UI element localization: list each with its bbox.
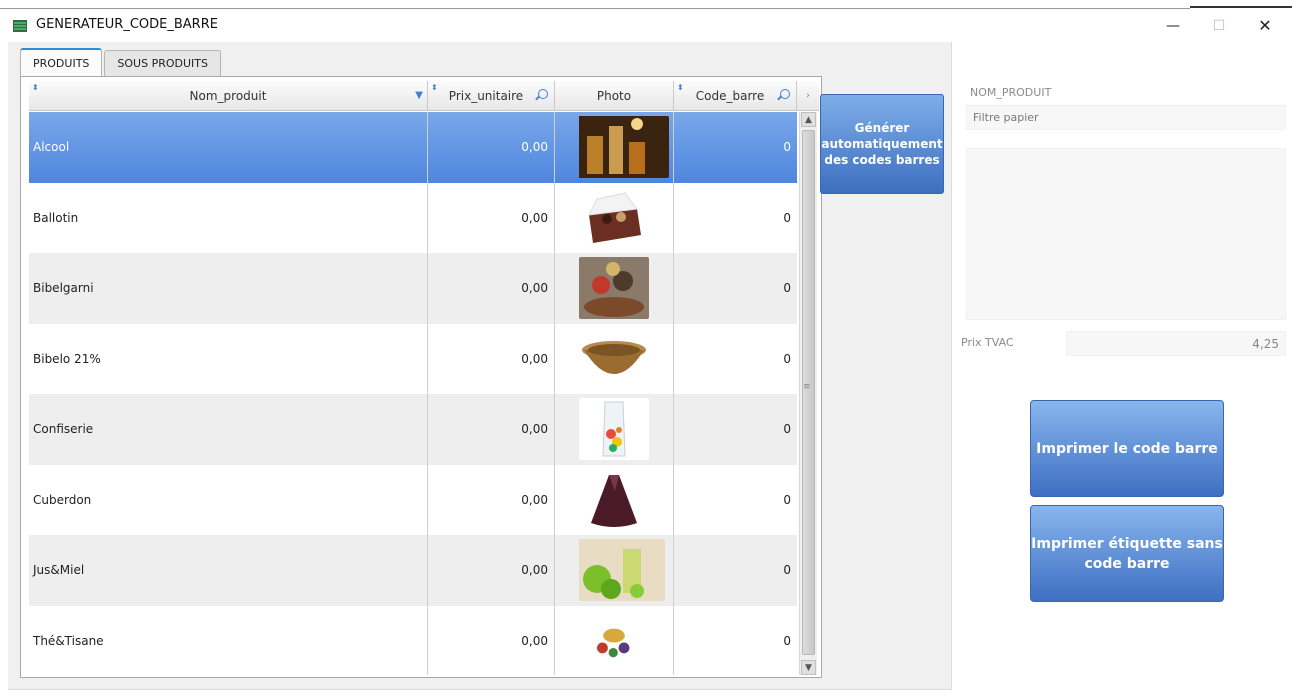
chevron-right-icon: › [806,91,810,101]
print-barcode-button[interactable]: Imprimer le code barre [1030,400,1224,497]
sort-icon[interactable]: ⬍ [32,83,39,92]
tab-bar: PRODUITS SOUS PRODUITS [20,48,223,76]
cell-code: 0 [783,210,791,225]
table-row[interactable]: Cuberdon 0,00 0 [29,464,797,535]
table-row[interactable]: Confiserie 0,00 0 [29,394,797,465]
cell-prix: 0,00 [428,182,555,253]
window-top-border [0,0,1292,9]
table-row[interactable]: Bibelgarni 0,00 0 [29,253,797,324]
cell-nom: Cuberdon [29,464,428,535]
cell-prix: 0,00 [428,112,555,183]
column-scroll-right[interactable]: › [797,81,819,111]
chocolate-box-photo [579,186,649,249]
cell-code: 0 [783,281,791,296]
table-body: Alcool 0,00 0 Ballotin 0,00 0 Bibelgarni… [29,112,797,675]
filter-icon[interactable]: ▼ [415,90,423,101]
search-icon[interactable] [538,89,548,99]
candy-bag-photo [579,398,649,461]
cuberdon-photo [579,468,649,531]
search-icon[interactable] [780,89,790,99]
cell-photo [555,535,674,606]
cell-prix: 0,00 [428,464,555,535]
nom-produit-field[interactable]: Filtre papier [966,105,1286,130]
cell-nom: Thé&Tisane [29,605,428,675]
cell-photo [555,182,674,253]
nom-produit-label: NOM_PRODUIT [970,86,1052,99]
cell-photo [555,323,674,394]
cell-photo [555,605,674,675]
scroll-thumb[interactable] [802,130,815,655]
cell-nom: Bibelo 21% [29,323,428,394]
generate-barcodes-button[interactable]: Générer automatiquement des codes barres [820,94,944,194]
cell-prix: 0,00 [428,605,555,675]
table-header: ⬍ Nom_produit ▼ ⬍ Prix_unitaire Photo ⬍ … [29,81,819,111]
maximize-button[interactable]: ☐ [1196,9,1242,42]
cell-nom: Ballotin [29,182,428,253]
cell-photo [555,112,674,183]
cell-nom: Alcool [29,112,428,183]
cell-photo [555,464,674,535]
cell-code: 0 [783,633,791,648]
table-row[interactable]: Thé&Tisane 0,00 0 [29,605,797,675]
juice-apples-photo [579,539,665,602]
sort-icon[interactable]: ⬍ [431,83,438,92]
cell-nom: Jus&Miel [29,535,428,606]
close-button[interactable]: ✕ [1242,9,1288,42]
cell-nom: Confiserie [29,394,428,465]
column-header-photo[interactable]: Photo [555,81,674,111]
cell-nom: Bibelgarni [29,253,428,324]
prix-tvac-field[interactable]: 4,25 [1066,331,1286,356]
title-bar: GENERATEUR_CODE_BARRE — ☐ ✕ [0,9,1292,42]
tab-sous-produits[interactable]: SOUS PRODUITS [104,50,221,76]
print-label-button[interactable]: Imprimer étiquette sans code barre [1030,505,1224,602]
scroll-down-arrow-icon[interactable]: ▼ [801,660,816,675]
column-header-nom-produit[interactable]: ⬍ Nom_produit ▼ [29,81,428,111]
table-row[interactable]: Ballotin 0,00 0 [29,182,797,253]
cell-prix: 0,00 [428,394,555,465]
products-table: ⬍ Nom_produit ▼ ⬍ Prix_unitaire Photo ⬍ … [20,76,822,678]
prix-tvac-label: Prix TVAC [961,336,1014,349]
cell-prix: 0,00 [428,253,555,324]
cell-prix: 0,00 [428,323,555,394]
cell-code: 0 [783,351,791,366]
cell-photo [555,253,674,324]
window-title: GENERATEUR_CODE_BARRE [36,17,218,32]
gift-basket-photo [579,257,649,320]
product-preview-area [966,148,1286,320]
sort-icon[interactable]: ⬍ [677,83,684,92]
tab-produits[interactable]: PRODUITS [20,48,103,76]
top-accent [1190,6,1292,8]
cell-code: 0 [783,140,791,155]
vertical-scrollbar[interactable]: ▲ ≡ ▼ [799,112,817,675]
main-panel: PRODUITS SOUS PRODUITS ⬍ Nom_produit ▼ ⬍… [8,42,952,690]
table-row[interactable]: Jus&Miel 0,00 0 [29,535,797,606]
tea-photo [587,616,641,665]
cell-code: 0 [783,492,791,507]
table-row[interactable]: Bibelo 21% 0,00 0 [29,323,797,394]
app-icon [12,18,28,34]
column-header-code-barre[interactable]: ⬍ Code_barre [674,81,797,111]
cell-photo [555,394,674,465]
column-header-prix-unitaire[interactable]: ⬍ Prix_unitaire [428,81,555,111]
minimize-button[interactable]: — [1150,9,1196,42]
drinks-photo [579,116,669,179]
scroll-up-arrow-icon[interactable]: ▲ [801,112,816,127]
scroll-grip-icon: ≡ [803,382,811,392]
table-row[interactable]: Alcool 0,00 0 [29,112,797,183]
cell-prix: 0,00 [428,535,555,606]
cell-code: 0 [783,422,791,437]
cell-code: 0 [783,563,791,578]
wicker-basket-photo [579,327,649,390]
